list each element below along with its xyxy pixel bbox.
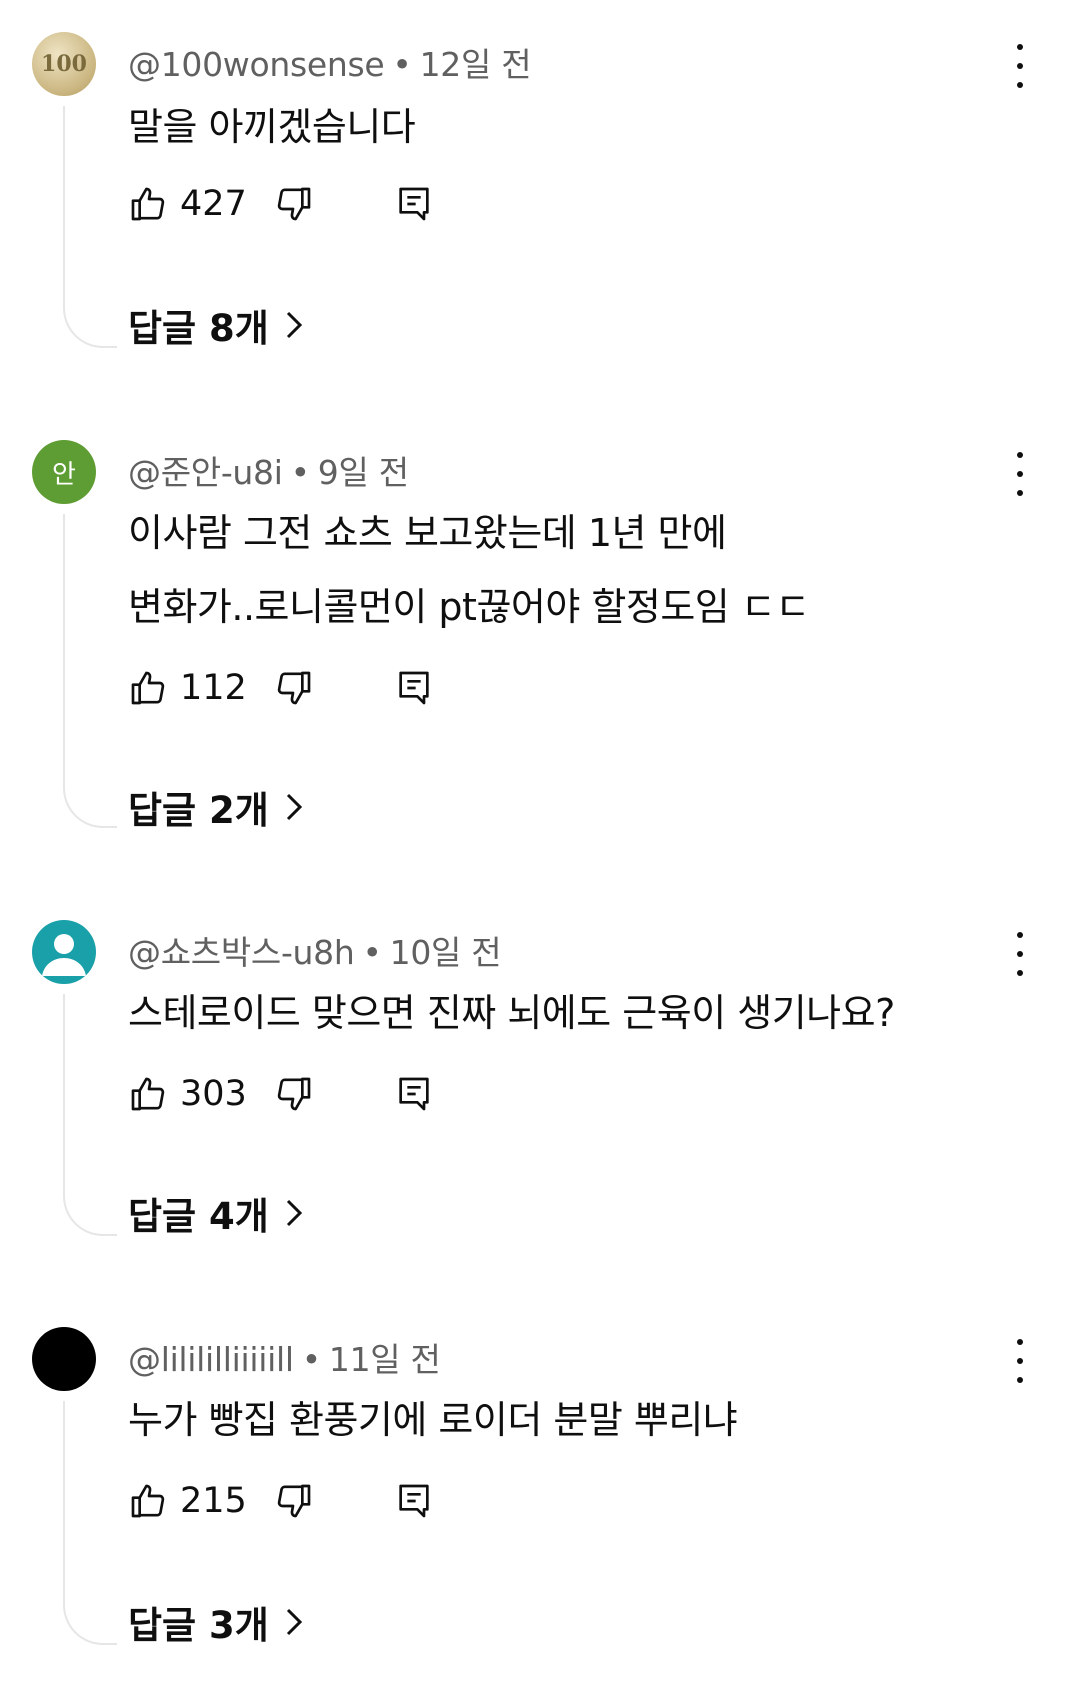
comment-time: 11일 전 bbox=[328, 1340, 441, 1379]
avatar-letter: 안 bbox=[52, 459, 76, 490]
more-vert-icon[interactable] bbox=[1000, 932, 1040, 976]
thread-line bbox=[63, 514, 117, 828]
chevron-right-icon bbox=[285, 1607, 303, 1637]
thread-line bbox=[63, 994, 117, 1236]
thumbs-up-icon[interactable] bbox=[128, 1479, 168, 1523]
comment-text: 스테로이드 맞으면 진짜 뇌에도 근육이 생기나요? bbox=[128, 976, 895, 1050]
comment-author[interactable]: @lilililliiiiill bbox=[128, 1340, 294, 1379]
avatar[interactable]: 안 bbox=[32, 440, 96, 504]
more-vert-icon[interactable] bbox=[1000, 452, 1040, 496]
avatar[interactable] bbox=[32, 920, 96, 984]
avatar[interactable]: 100 bbox=[32, 32, 96, 96]
comment-actions: 112 bbox=[128, 666, 468, 710]
comment-text: 누가 빵집 환풍기에 로이더 분말 뿌리냐 bbox=[128, 1383, 738, 1457]
replies-button[interactable]: 답글 8개 bbox=[128, 298, 303, 352]
like-count: 112 bbox=[180, 668, 247, 708]
like-count: 427 bbox=[180, 184, 247, 224]
more-vert-icon[interactable] bbox=[1000, 1339, 1040, 1383]
comment-line: 이사람 그전 쇼츠 보고왔는데 1년 만에 bbox=[128, 511, 727, 555]
comment-actions: 303 bbox=[128, 1072, 468, 1116]
avatar-coin-label: 100 bbox=[41, 51, 87, 77]
more-vert-icon[interactable] bbox=[1000, 44, 1040, 88]
comment-time: 9일 전 bbox=[317, 453, 409, 492]
comment-meta: @100wonsense • 12일 전 bbox=[128, 45, 532, 84]
thread-line bbox=[63, 1401, 117, 1645]
thumbs-down-icon[interactable] bbox=[274, 666, 314, 710]
chevron-right-icon bbox=[285, 1198, 303, 1228]
comment: @쇼츠박스-u8h • 10일 전 스테로이드 맞으면 진짜 뇌에도 근육이 생기나… bbox=[0, 920, 1080, 1260]
comment-author[interactable]: @준안-u8i bbox=[128, 453, 283, 492]
comment: 안 @준안-u8i • 9일 전 이사람 그전 쇼츠 보고왔는데 1년 만에 변화가… bbox=[0, 440, 1080, 840]
comment-author[interactable]: @100wonsense bbox=[128, 45, 385, 84]
like-count: 215 bbox=[180, 1481, 247, 1521]
comment-meta: @준안-u8i • 9일 전 bbox=[128, 453, 409, 492]
thumbs-up-icon[interactable] bbox=[128, 1072, 168, 1116]
thumbs-down-icon[interactable] bbox=[274, 1479, 314, 1523]
chevron-right-icon bbox=[285, 310, 303, 340]
replies-button[interactable]: 답글 2개 bbox=[128, 780, 303, 834]
like-count: 303 bbox=[180, 1074, 247, 1114]
comment-line: 누가 빵집 환풍기에 로이더 분말 뿌리냐 bbox=[128, 1398, 738, 1442]
comment-time: 12일 전 bbox=[419, 45, 532, 84]
replies-label: 답글 4개 bbox=[128, 1195, 269, 1238]
replies-label: 답글 3개 bbox=[128, 1604, 269, 1647]
comment-actions: 427 bbox=[128, 182, 468, 226]
chevron-right-icon bbox=[285, 792, 303, 822]
thread-line bbox=[63, 106, 117, 348]
comment: 100 @100wonsense • 12일 전 말을 아끼겠습니다 427 답글 … bbox=[0, 32, 1080, 362]
comment-icon[interactable] bbox=[394, 1479, 434, 1523]
avatar[interactable] bbox=[32, 1327, 96, 1391]
comment-time: 10일 전 bbox=[389, 933, 502, 972]
replies-button[interactable]: 답글 3개 bbox=[128, 1595, 303, 1649]
comment-line: 말을 아끼겠습니다 bbox=[128, 105, 416, 149]
comment-text: 이사람 그전 쇼츠 보고왔는데 1년 만에 변화가..로니콜먼이 pt끊어야 할… bbox=[128, 496, 810, 644]
comment-text: 말을 아끼겠습니다 bbox=[128, 90, 416, 164]
thumbs-up-icon[interactable] bbox=[128, 182, 168, 226]
thumbs-down-icon[interactable] bbox=[274, 1072, 314, 1116]
thumbs-down-icon[interactable] bbox=[274, 182, 314, 226]
replies-label: 답글 2개 bbox=[128, 789, 269, 832]
comment: @lilililliiiiill • 11일 전 누가 빵집 환풍기에 로이더 분말… bbox=[0, 1327, 1080, 1677]
comment-meta: @lilililliiiiill • 11일 전 bbox=[128, 1340, 441, 1379]
comment-icon[interactable] bbox=[394, 666, 434, 710]
comment-icon[interactable] bbox=[394, 182, 434, 226]
comment-icon[interactable] bbox=[394, 1072, 434, 1116]
comment-line: 변화가..로니콜먼이 pt끊어야 할정도임 ㄷㄷ bbox=[128, 585, 810, 629]
thumbs-up-icon[interactable] bbox=[128, 666, 168, 710]
replies-button[interactable]: 답글 4개 bbox=[128, 1186, 303, 1240]
replies-label: 답글 8개 bbox=[128, 307, 269, 350]
comment-meta: @쇼츠박스-u8h • 10일 전 bbox=[128, 933, 502, 972]
comment-author[interactable]: @쇼츠박스-u8h bbox=[128, 933, 355, 972]
comment-actions: 215 bbox=[128, 1479, 468, 1523]
comment-line: 스테로이드 맞으면 진짜 뇌에도 근육이 생기나요? bbox=[128, 991, 895, 1035]
default-avatar-icon bbox=[42, 934, 86, 976]
